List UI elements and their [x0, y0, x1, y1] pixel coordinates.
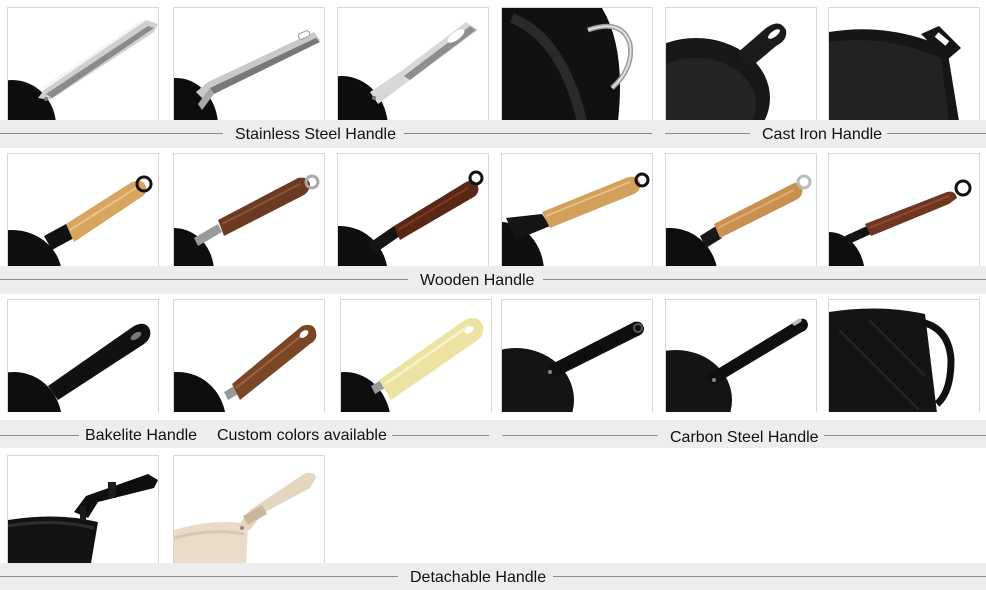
divider-line — [0, 576, 398, 577]
stainless-handle-photo-2 — [173, 7, 325, 120]
divider-line — [392, 435, 489, 436]
bakelite-handle-photo-2 — [173, 299, 325, 412]
pan-with-wooden-handle-icon — [8, 175, 153, 266]
wooden-handle-photo-4 — [501, 153, 653, 266]
pan-with-carbon-steel-handle-icon — [502, 321, 644, 412]
pan-with-cream-bakelite-handle-icon — [341, 318, 484, 412]
pan-with-woodgrain-bakelite-handle-icon — [174, 324, 317, 412]
divider-line — [824, 435, 986, 436]
pan-with-wooden-handle-icon — [502, 172, 650, 266]
cast-iron-skillet-photo — [665, 7, 817, 120]
divider-line — [502, 435, 658, 436]
detachable-handle-photo-2 — [173, 455, 325, 568]
pan-with-side-handle-icon — [829, 26, 961, 120]
bakelite-handle-photo-3 — [340, 299, 492, 412]
wooden-handle-photo-2 — [173, 153, 325, 266]
divider-line — [0, 435, 79, 436]
pan-with-wooden-handle-icon — [666, 174, 812, 266]
carbon-steel-handle-photo-1 — [501, 299, 653, 412]
pan-with-detachable-handle-icon — [174, 472, 316, 568]
pan-with-stainless-handle-icon — [174, 30, 320, 120]
cast-iron-wok-photo — [501, 7, 653, 120]
divider-line — [665, 133, 750, 134]
skillet-with-cast-handle-icon — [666, 23, 787, 120]
wooden-handle-photo-3 — [337, 153, 489, 266]
caption-wooden-handle: Wooden Handle — [420, 272, 535, 289]
wooden-handle-photo-5 — [665, 153, 817, 266]
caption-stainless-steel-handle: Stainless Steel Handle — [235, 126, 396, 143]
divider-line — [0, 279, 408, 280]
pan-with-wooden-handle-icon — [174, 174, 320, 266]
wooden-handle-photo-1 — [7, 153, 159, 266]
bakelite-handle-photo-1 — [7, 299, 159, 412]
pan-with-bakelite-handle-icon — [8, 323, 151, 412]
wooden-handle-photo-6 — [828, 153, 980, 266]
caption-cast-iron-handle: Cast Iron Handle — [762, 126, 883, 143]
pan-with-carbon-steel-handle-icon — [666, 318, 808, 412]
divider-line — [404, 133, 652, 134]
carbon-steel-handle-photo-2 — [665, 299, 817, 412]
pan-with-detachable-handle-icon — [8, 474, 158, 568]
caption-carbon-steel-handle: Carbon Steel Handle — [670, 429, 819, 446]
caption-detachable-handle: Detachable Handle — [410, 569, 547, 586]
pan-with-stainless-handle-icon — [8, 18, 158, 120]
stainless-handle-photo-1 — [7, 7, 159, 120]
divider-line — [887, 133, 986, 134]
pan-with-loop-handle-icon — [829, 308, 955, 412]
pan-with-wooden-handle-icon — [338, 170, 484, 266]
pan-with-stainless-handle-icon — [338, 22, 478, 120]
cast-iron-pan-photo — [828, 7, 980, 120]
divider-line — [543, 279, 986, 280]
caption-bakelite-handle: Bakelite Handle — [85, 427, 198, 444]
divider-line — [0, 133, 223, 134]
divider-line — [553, 576, 986, 577]
pan-with-wooden-handle-icon — [829, 179, 972, 266]
detachable-handle-photo-1 — [7, 455, 159, 568]
wok-with-loop-handle-icon — [502, 8, 634, 120]
caption-custom-colors: Custom colors available — [217, 427, 387, 444]
carbon-steel-handle-photo-3 — [828, 299, 980, 412]
stainless-handle-photo-3 — [337, 7, 489, 120]
